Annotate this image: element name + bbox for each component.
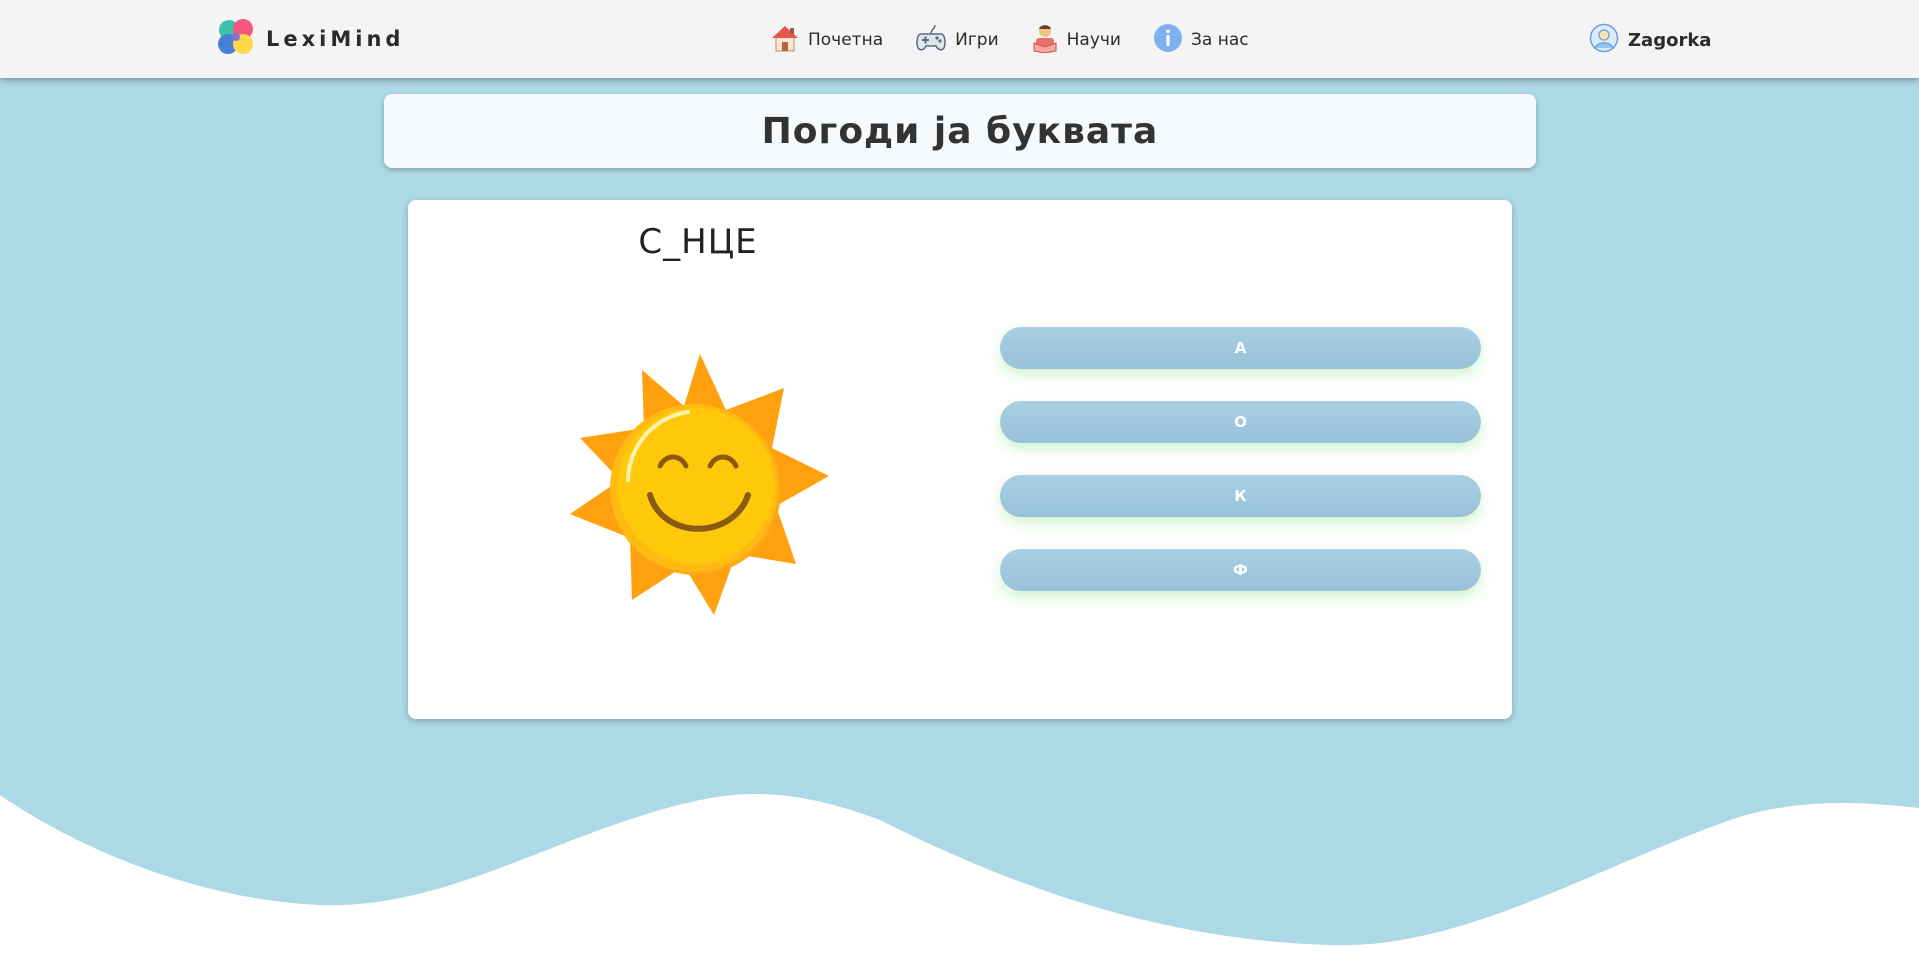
nav-link-home[interactable]: Почетна bbox=[770, 23, 883, 58]
user-menu[interactable]: Zagorka bbox=[1589, 23, 1712, 58]
answer-button-k[interactable]: К bbox=[1000, 475, 1481, 517]
brand-name: LexiMind bbox=[266, 27, 405, 51]
gamepad-icon bbox=[915, 23, 947, 58]
answer-button-o[interactable]: О bbox=[1000, 401, 1481, 443]
nav-link-label: Игри bbox=[955, 30, 999, 50]
answer-button-f[interactable]: Ф bbox=[1000, 549, 1481, 591]
answer-button-a[interactable]: А bbox=[1000, 327, 1481, 369]
house-icon bbox=[770, 23, 800, 58]
nav-link-label: За нас bbox=[1190, 30, 1249, 50]
nav-link-games[interactable]: Игри bbox=[915, 23, 999, 58]
user-name: Zagorka bbox=[1628, 29, 1712, 51]
game-card: С_НЦЕ А О К Ф bbox=[408, 200, 1512, 719]
puzzle-brain-icon bbox=[216, 17, 256, 61]
game-title-card: Погоди ја буквата bbox=[384, 94, 1536, 168]
info-icon bbox=[1153, 23, 1183, 58]
smiling-sun-icon bbox=[558, 350, 838, 630]
word-puzzle: С_НЦЕ bbox=[638, 222, 758, 262]
nav-link-about[interactable]: За нас bbox=[1153, 23, 1249, 58]
nav-link-learn[interactable]: Научи bbox=[1031, 23, 1121, 58]
nav-link-label: Почетна bbox=[808, 30, 884, 50]
page-title: Погоди ја буквата bbox=[761, 110, 1159, 152]
nav-link-label: Научи bbox=[1066, 30, 1121, 50]
nav-links: Почетна Игри Научи За нас bbox=[770, 22, 1281, 58]
brand[interactable]: LexiMind bbox=[216, 19, 404, 59]
top-navbar: LexiMind Почетна Игри Научи За нас Zagor… bbox=[0, 0, 1919, 78]
answer-options: А О К Ф bbox=[1000, 327, 1481, 623]
user-avatar-icon bbox=[1589, 23, 1619, 58]
student-reading-icon bbox=[1031, 23, 1059, 58]
